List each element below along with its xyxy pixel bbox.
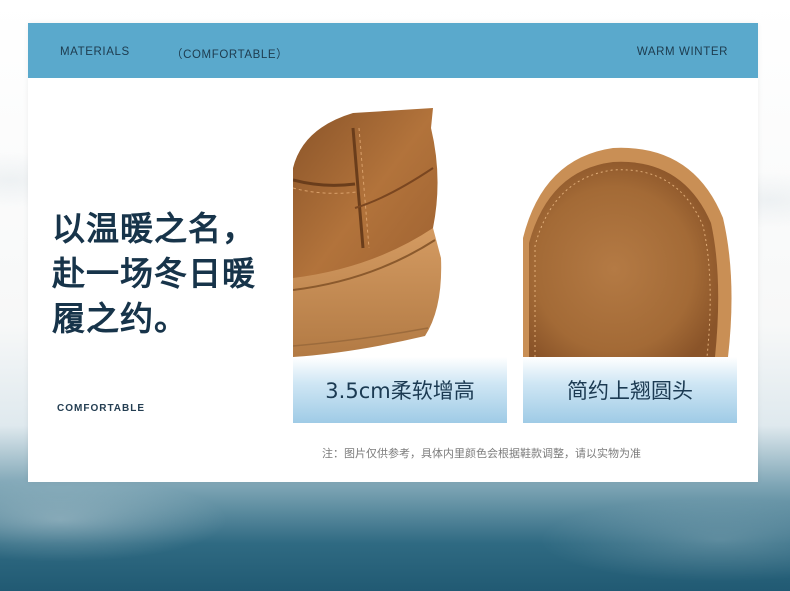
header-comfortable-label: （COMFORTABLE） [171,49,289,61]
headline: 以温暖之名， 赴一场冬日暖 履之约。 [52,206,256,341]
header-warm-winter-label: WARM WINTER [636,46,728,58]
headline-line-1: 以温暖之名， [52,209,256,248]
comfortable-side-label: COMFORTABLE [57,403,146,414]
boot-toe-photo [523,108,737,357]
header-materials-label: MATERIALS [60,46,130,58]
header-bar: MATERIALS （COMFORTABLE） WARM WINTER [28,23,758,78]
boot-sole-photo [293,108,507,357]
feature-caption-height: 3.5cm柔软增高 [293,357,507,423]
feature-card: MATERIALS （COMFORTABLE） WARM WINTER 以温暖之… [28,23,758,482]
feature-caption-toe: 简约上翘圆头 [523,357,737,423]
headline-line-2: 赴一场冬日暖 [52,254,256,293]
disclaimer-note: 注：图片仅供参考，具体内里颜色会根据鞋款调整，请以实物为准 [322,447,641,460]
headline-line-3: 履之约。 [52,299,188,338]
